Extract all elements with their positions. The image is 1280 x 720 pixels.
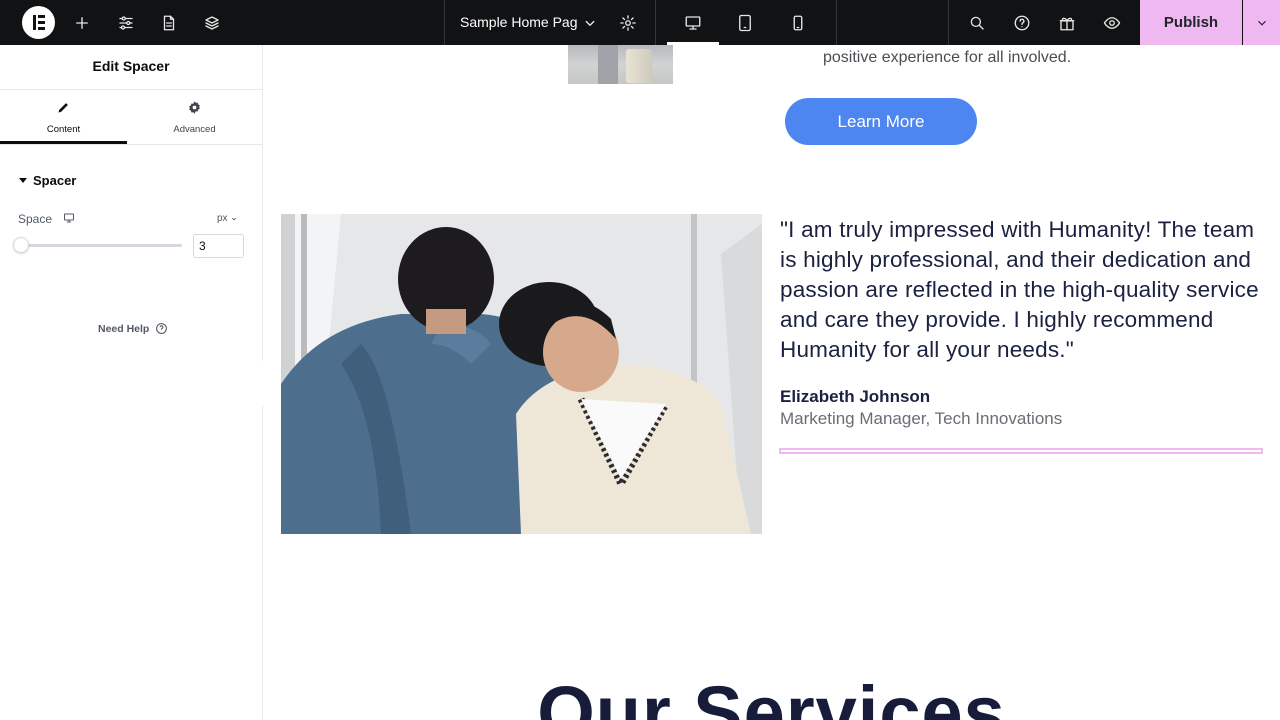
testimonial-author-name: Elizabeth Johnson <box>780 387 931 406</box>
help-icon <box>156 323 168 334</box>
pencil-icon <box>0 100 127 115</box>
publish-button[interactable]: Publish <box>1140 0 1242 45</box>
divider <box>948 0 949 45</box>
tab-label: Content <box>46 124 81 135</box>
caret-down-icon <box>19 178 27 183</box>
gear-icon <box>131 100 258 115</box>
divider <box>655 0 656 45</box>
elementor-logo-icon[interactable] <box>22 6 55 39</box>
mobile-icon[interactable] <box>786 11 810 35</box>
gear-icon[interactable] <box>616 11 640 35</box>
space-control-label: Space <box>18 212 53 226</box>
space-value-input[interactable] <box>193 234 244 258</box>
chevron-down-icon[interactable] <box>578 11 602 35</box>
services-heading: Our Services <box>537 671 1006 720</box>
divider <box>444 0 445 45</box>
testimonial-author-role: Marketing Manager, Tech Innovations <box>780 409 1063 428</box>
tab-content[interactable]: Content <box>0 90 127 144</box>
publish-options-button[interactable] <box>1243 0 1280 45</box>
editor-panel: Edit Spacer Content Advanced Spacer Spac… <box>0 45 263 720</box>
image-partial[interactable] <box>568 45 673 84</box>
unit-label: px <box>217 213 228 224</box>
tab-label: Advanced <box>173 124 216 135</box>
section-title: Spacer <box>33 173 77 188</box>
space-slider-track[interactable] <box>18 244 182 247</box>
tablet-icon[interactable] <box>733 11 757 35</box>
testimonial-image[interactable] <box>281 214 762 534</box>
gift-icon[interactable] <box>1055 11 1079 35</box>
divider <box>0 144 262 145</box>
eye-icon[interactable] <box>1100 11 1124 35</box>
help-icon[interactable] <box>1010 11 1034 35</box>
chevron-down-icon <box>231 217 236 220</box>
page-icon[interactable] <box>157 11 181 35</box>
page-canvas: positive experience for all involved. Le… <box>263 45 1280 720</box>
page-title[interactable]: Sample Home Page <box>460 14 578 30</box>
layers-icon[interactable] <box>200 11 224 35</box>
space-slider-handle[interactable] <box>12 237 29 253</box>
settings-sliders-icon[interactable] <box>114 11 138 35</box>
top-bar: Sample Home Page Publish <box>0 0 1280 45</box>
learn-more-button[interactable]: Learn More <box>785 98 977 145</box>
desktop-icon[interactable] <box>63 212 75 224</box>
need-help-link[interactable]: Need Help <box>98 322 168 335</box>
panel-title: Edit Spacer <box>92 58 170 74</box>
add-icon[interactable] <box>70 11 94 35</box>
testimonial-quote: "I am truly impressed with Humanity! The… <box>780 217 1259 362</box>
text-paragraph: positive experience for all involved. <box>823 49 1072 66</box>
section-toggle-spacer[interactable]: Spacer <box>19 173 76 188</box>
need-help-label: Need Help <box>98 322 150 335</box>
search-icon[interactable] <box>965 11 989 35</box>
chevron-down-icon <box>1257 20 1266 26</box>
divider <box>836 0 837 45</box>
desktop-icon[interactable] <box>681 11 705 35</box>
spacer-widget-selected[interactable] <box>779 448 1263 454</box>
unit-selector[interactable]: px <box>217 213 237 224</box>
tab-advanced[interactable]: Advanced <box>131 90 258 144</box>
